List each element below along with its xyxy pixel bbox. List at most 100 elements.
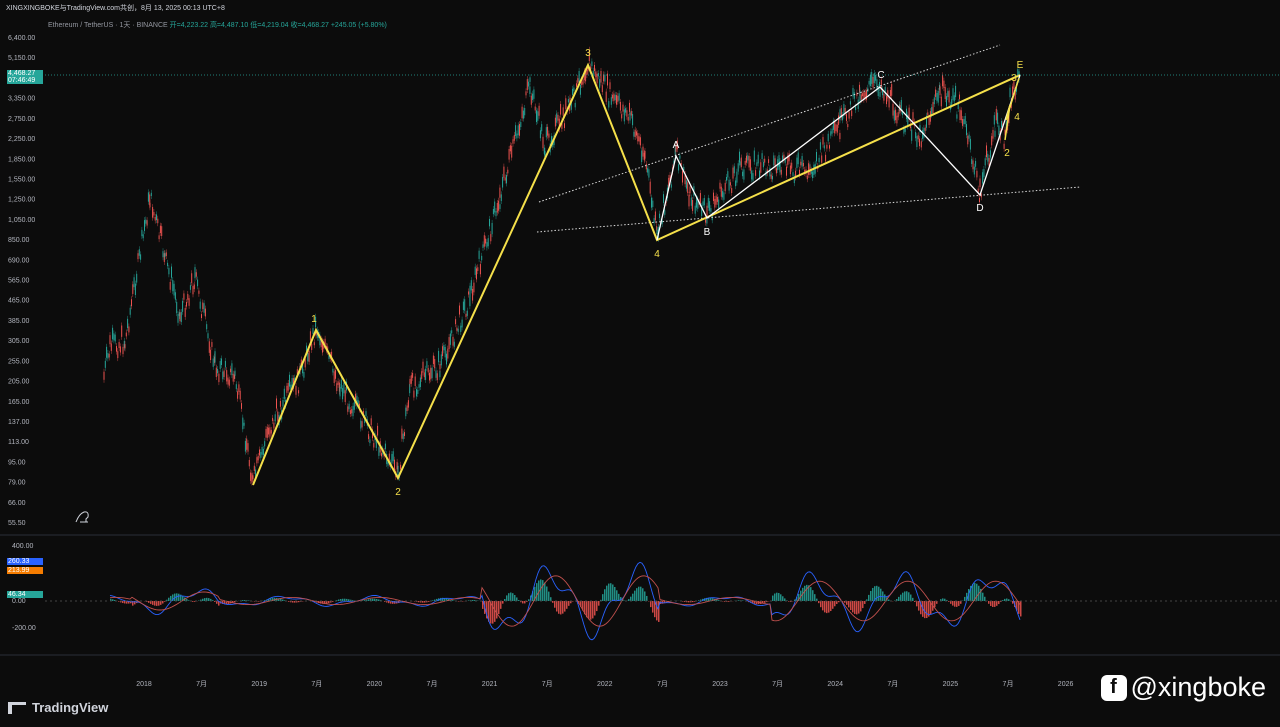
- candle-body: [179, 312, 181, 322]
- watermark-handle: @xingboke: [1130, 672, 1267, 702]
- upper-channel-line[interactable]: [538, 44, 1001, 203]
- candle-body: [548, 133, 550, 138]
- candle-body: [448, 337, 450, 349]
- candle-body: [931, 107, 933, 115]
- histogram-bar: [212, 600, 214, 601]
- candle-body: [851, 110, 853, 117]
- candle-body: [935, 89, 937, 97]
- lower-channel-line[interactable]: [536, 186, 1081, 233]
- candle-body: [920, 141, 922, 148]
- histogram-bar: [610, 583, 612, 601]
- candle-body: [103, 371, 105, 380]
- time-axis-label: 7月: [427, 680, 438, 688]
- candle-body: [823, 145, 825, 149]
- candle-body: [524, 107, 526, 116]
- tradingview-logo[interactable]: TradingView: [8, 700, 108, 715]
- candle-body: [953, 95, 955, 102]
- price-axis-label: 385.00: [8, 318, 30, 325]
- candle-body: [214, 351, 216, 363]
- candle-body: [517, 125, 519, 136]
- candle-body: [994, 130, 996, 137]
- candle-body: [381, 453, 382, 457]
- histogram-bar: [872, 587, 874, 601]
- oscillator-axis[interactable]: 400.00 0.00 -200.00: [12, 543, 36, 632]
- candle-body: [189, 285, 191, 290]
- candle-body: [649, 181, 651, 194]
- candle-body: [342, 388, 344, 400]
- candle-body: [243, 422, 245, 426]
- candle-body: [653, 218, 655, 223]
- histogram-bar: [826, 601, 828, 614]
- candle-body: [601, 85, 603, 93]
- candle-body: [212, 358, 214, 367]
- candle-body: [468, 291, 470, 295]
- histogram-bar: [994, 601, 996, 607]
- change-value: +245.05 (+5.80%): [330, 22, 387, 29]
- impulse-wave-path[interactable]: [252, 62, 1021, 486]
- candle-body: [207, 333, 209, 339]
- candle-body: [421, 371, 423, 379]
- candle-body: [259, 449, 260, 456]
- histogram-bar: [868, 594, 870, 601]
- candle-body: [682, 170, 683, 183]
- candle-body: [744, 160, 746, 165]
- candle-body: [986, 145, 987, 158]
- histogram-bar: [208, 598, 210, 601]
- time-axis-label: 2026: [1058, 681, 1074, 688]
- candle-body: [836, 124, 838, 133]
- candle-body: [939, 86, 941, 96]
- candle-body: [713, 192, 714, 202]
- histogram-bar: [804, 585, 806, 601]
- dino-icon[interactable]: [75, 511, 89, 523]
- candle-body: [186, 302, 187, 307]
- symbol-legend[interactable]: Ethereum / TetherUS · 1天 · BINANCE 开=4,2…: [48, 20, 387, 30]
- chart-canvas[interactable]: 1 2 3 4 A B C D E 3 4 2 6,400.005,150.00…: [0, 0, 1280, 727]
- candle-body: [604, 74, 606, 82]
- candle-body: [404, 432, 405, 436]
- candle-body: [118, 342, 120, 349]
- candle-body: [147, 192, 149, 202]
- histogram-bar: [854, 601, 856, 614]
- time-axis[interactable]: 2018 7月 2019 7月 2020 7月 2021 7月 2022 7月 2023 7月 2024…: [136, 680, 1073, 688]
- candle-body: [808, 163, 810, 175]
- candle-body: [353, 401, 355, 410]
- candle-body: [911, 129, 913, 141]
- histogram-bar: [644, 591, 646, 601]
- candle-body: [688, 194, 690, 207]
- candle-body: [690, 197, 692, 206]
- candle-body: [835, 124, 837, 132]
- candle-body: [915, 132, 917, 139]
- candle-body: [246, 438, 248, 450]
- candle-body: [959, 109, 961, 121]
- candle-body: [370, 418, 372, 426]
- histogram-bar: [1012, 601, 1014, 604]
- candle-body: [736, 171, 738, 183]
- candle-body: [247, 443, 249, 452]
- time-axis-label: 2024: [827, 681, 843, 688]
- histogram-bar: [632, 593, 634, 601]
- candle-body: [419, 377, 421, 388]
- candle-body: [360, 420, 362, 429]
- candle-body: [215, 367, 217, 378]
- candle-body: [942, 75, 944, 87]
- histogram-bar: [152, 601, 154, 605]
- candle-body: [509, 145, 511, 152]
- candle-body: [198, 290, 200, 294]
- symbol-name[interactable]: Ethereum / TetherUS · 1天 · BINANCE: [48, 22, 168, 29]
- histogram-bar: [554, 601, 556, 608]
- histogram-bar: [820, 601, 822, 608]
- candle-body: [632, 114, 634, 126]
- candle-body: [534, 106, 536, 111]
- candle-body: [211, 342, 213, 347]
- candle-body: [897, 112, 899, 118]
- subwave-path[interactable]: [1004, 77, 1020, 141]
- histogram-bar: [558, 601, 560, 614]
- candle-body: [436, 373, 438, 381]
- candle-body: [536, 110, 537, 123]
- candle-body: [117, 351, 119, 359]
- price-axis-label: 465.00: [8, 298, 30, 305]
- candle-body: [459, 305, 460, 315]
- candle-body: [251, 473, 253, 483]
- price-axis[interactable]: 6,400.005,150.004,150.003,350.002,750.00…: [8, 35, 35, 527]
- candle-body: [595, 71, 597, 78]
